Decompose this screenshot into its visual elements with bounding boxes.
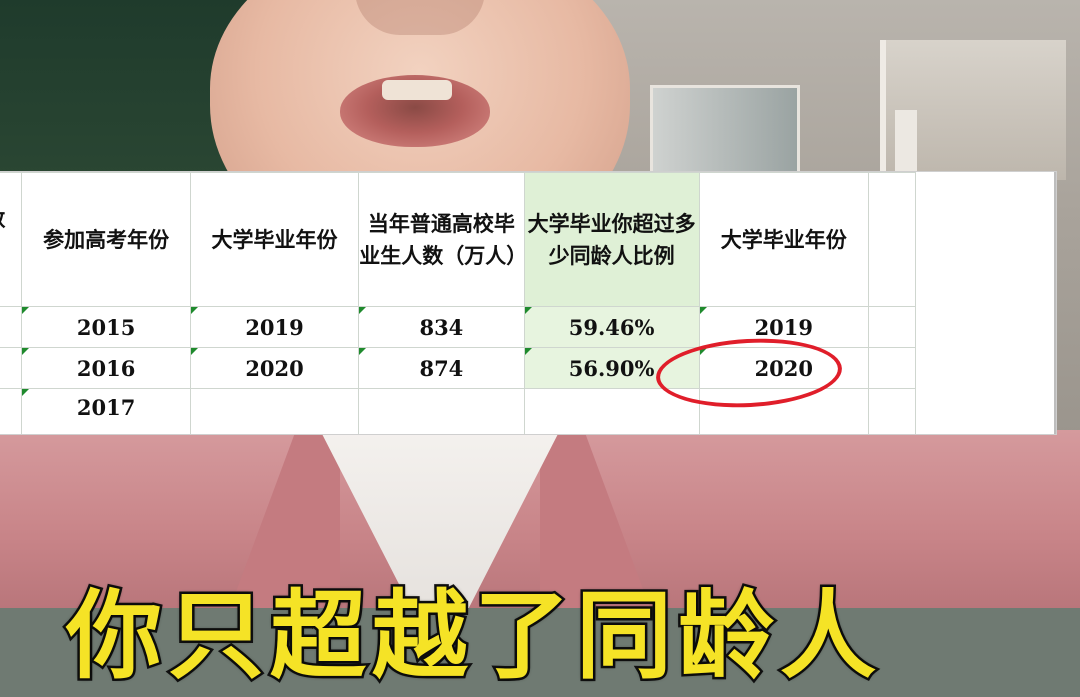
table-cell: 2017 (21, 388, 191, 434)
table-cell: 2016 (21, 347, 191, 389)
person-teeth (382, 80, 452, 100)
header-cell: 大学毕业年份 (189, 172, 360, 307)
table-header-row: 人数 参加高考年份 大学毕业年份 当年普通高校毕业生人数（万人） 大学毕业你超过… (0, 172, 917, 307)
table-cell: 59.46% (523, 306, 700, 348)
table-cell-circled: 56.90% (523, 347, 700, 389)
table-cell: 2019 (189, 306, 360, 348)
sheet-edge (1054, 172, 1056, 434)
table-cell (189, 388, 360, 434)
table-cell (867, 388, 917, 434)
header-cell: 大学毕业你超过多少同龄人比例 (523, 172, 700, 307)
table-cell (0, 347, 23, 389)
table-cell: 834 (358, 306, 525, 348)
background-window (650, 85, 800, 175)
table-cell (698, 388, 869, 434)
table-cell (0, 388, 23, 434)
table-cell: 2020 (698, 347, 869, 389)
table-cell: 2015 (21, 306, 191, 348)
data-table: 人数 参加高考年份 大学毕业年份 当年普通高校毕业生人数（万人） 大学毕业你超过… (0, 172, 917, 434)
table-cell: 2020 (189, 347, 360, 389)
table-cell: 2019 (698, 306, 869, 348)
table-cell (523, 388, 700, 434)
video-subtitle: 你只超越了同龄人 (64, 578, 882, 695)
header-cell: 人数 (0, 172, 23, 307)
table-row: 2017 (0, 388, 917, 434)
header-cell (867, 172, 917, 307)
header-cell: 当年普通高校毕业生人数（万人） (358, 172, 527, 307)
table-cell (867, 347, 917, 389)
header-cell: 大学毕业年份 (698, 172, 869, 307)
table-cell (0, 306, 23, 348)
spreadsheet-overlay: 人数 参加高考年份 大学毕业年份 当年普通高校毕业生人数（万人） 大学毕业你超过… (0, 172, 1056, 434)
table-row: 2016 2020 874 56.90% 2020 (0, 347, 917, 389)
table-row: 2015 2019 834 59.46% 2019 (0, 306, 917, 348)
header-cell: 参加高考年份 (21, 172, 191, 307)
table-cell (867, 306, 917, 348)
background-pillar (895, 110, 917, 180)
table-cell (358, 388, 525, 434)
table-cell: 874 (358, 347, 525, 389)
